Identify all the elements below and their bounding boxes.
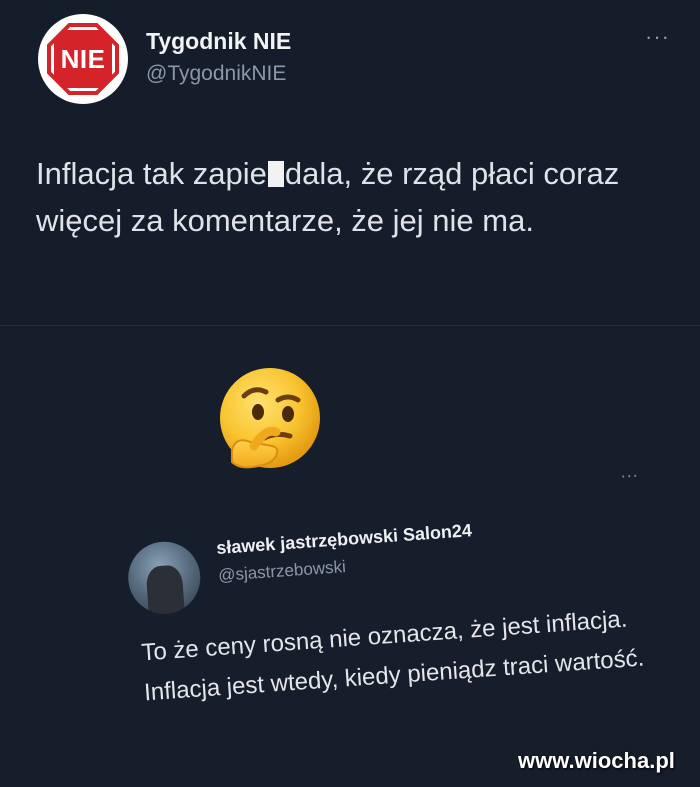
top-tweet: NIE Tygodnik NIE @TygodnikNIE ··· Inflac…	[0, 0, 700, 326]
quoted-author-display-name[interactable]: sławek jastrzębowski Salon24	[216, 520, 473, 559]
quoted-author-handle[interactable]: @sjastrzebowski	[218, 557, 347, 586]
quoted-more-options-button[interactable]: ···	[620, 464, 639, 486]
avatar-label: NIE	[60, 43, 106, 74]
more-options-button[interactable]: ···	[645, 24, 670, 50]
tweet-text-part-1: Inflacja tak zapie	[36, 156, 267, 191]
person-silhouette-icon	[145, 564, 185, 615]
tweet-text: Inflacja tak zapie dala, że rząd płaci co…	[36, 150, 676, 244]
thinking-face-icon	[220, 368, 320, 469]
quoted-tweet[interactable]: ··· sławek jastrzębowski Salon24 @sjastr…	[100, 451, 678, 769]
quoted-tweet-text: To że ceny rosną nie oznacza, że jest in…	[140, 605, 646, 707]
avatar[interactable]: NIE	[38, 14, 128, 104]
censor-bar	[267, 161, 284, 187]
watermark: www.wiocha.pl	[518, 748, 675, 773]
quoted-avatar[interactable]	[125, 539, 203, 617]
author-handle[interactable]: @TygodnikNIE	[146, 62, 286, 86]
stop-sign-icon: NIE	[47, 23, 119, 95]
author-display-name[interactable]: Tygodnik NIE	[146, 28, 291, 55]
